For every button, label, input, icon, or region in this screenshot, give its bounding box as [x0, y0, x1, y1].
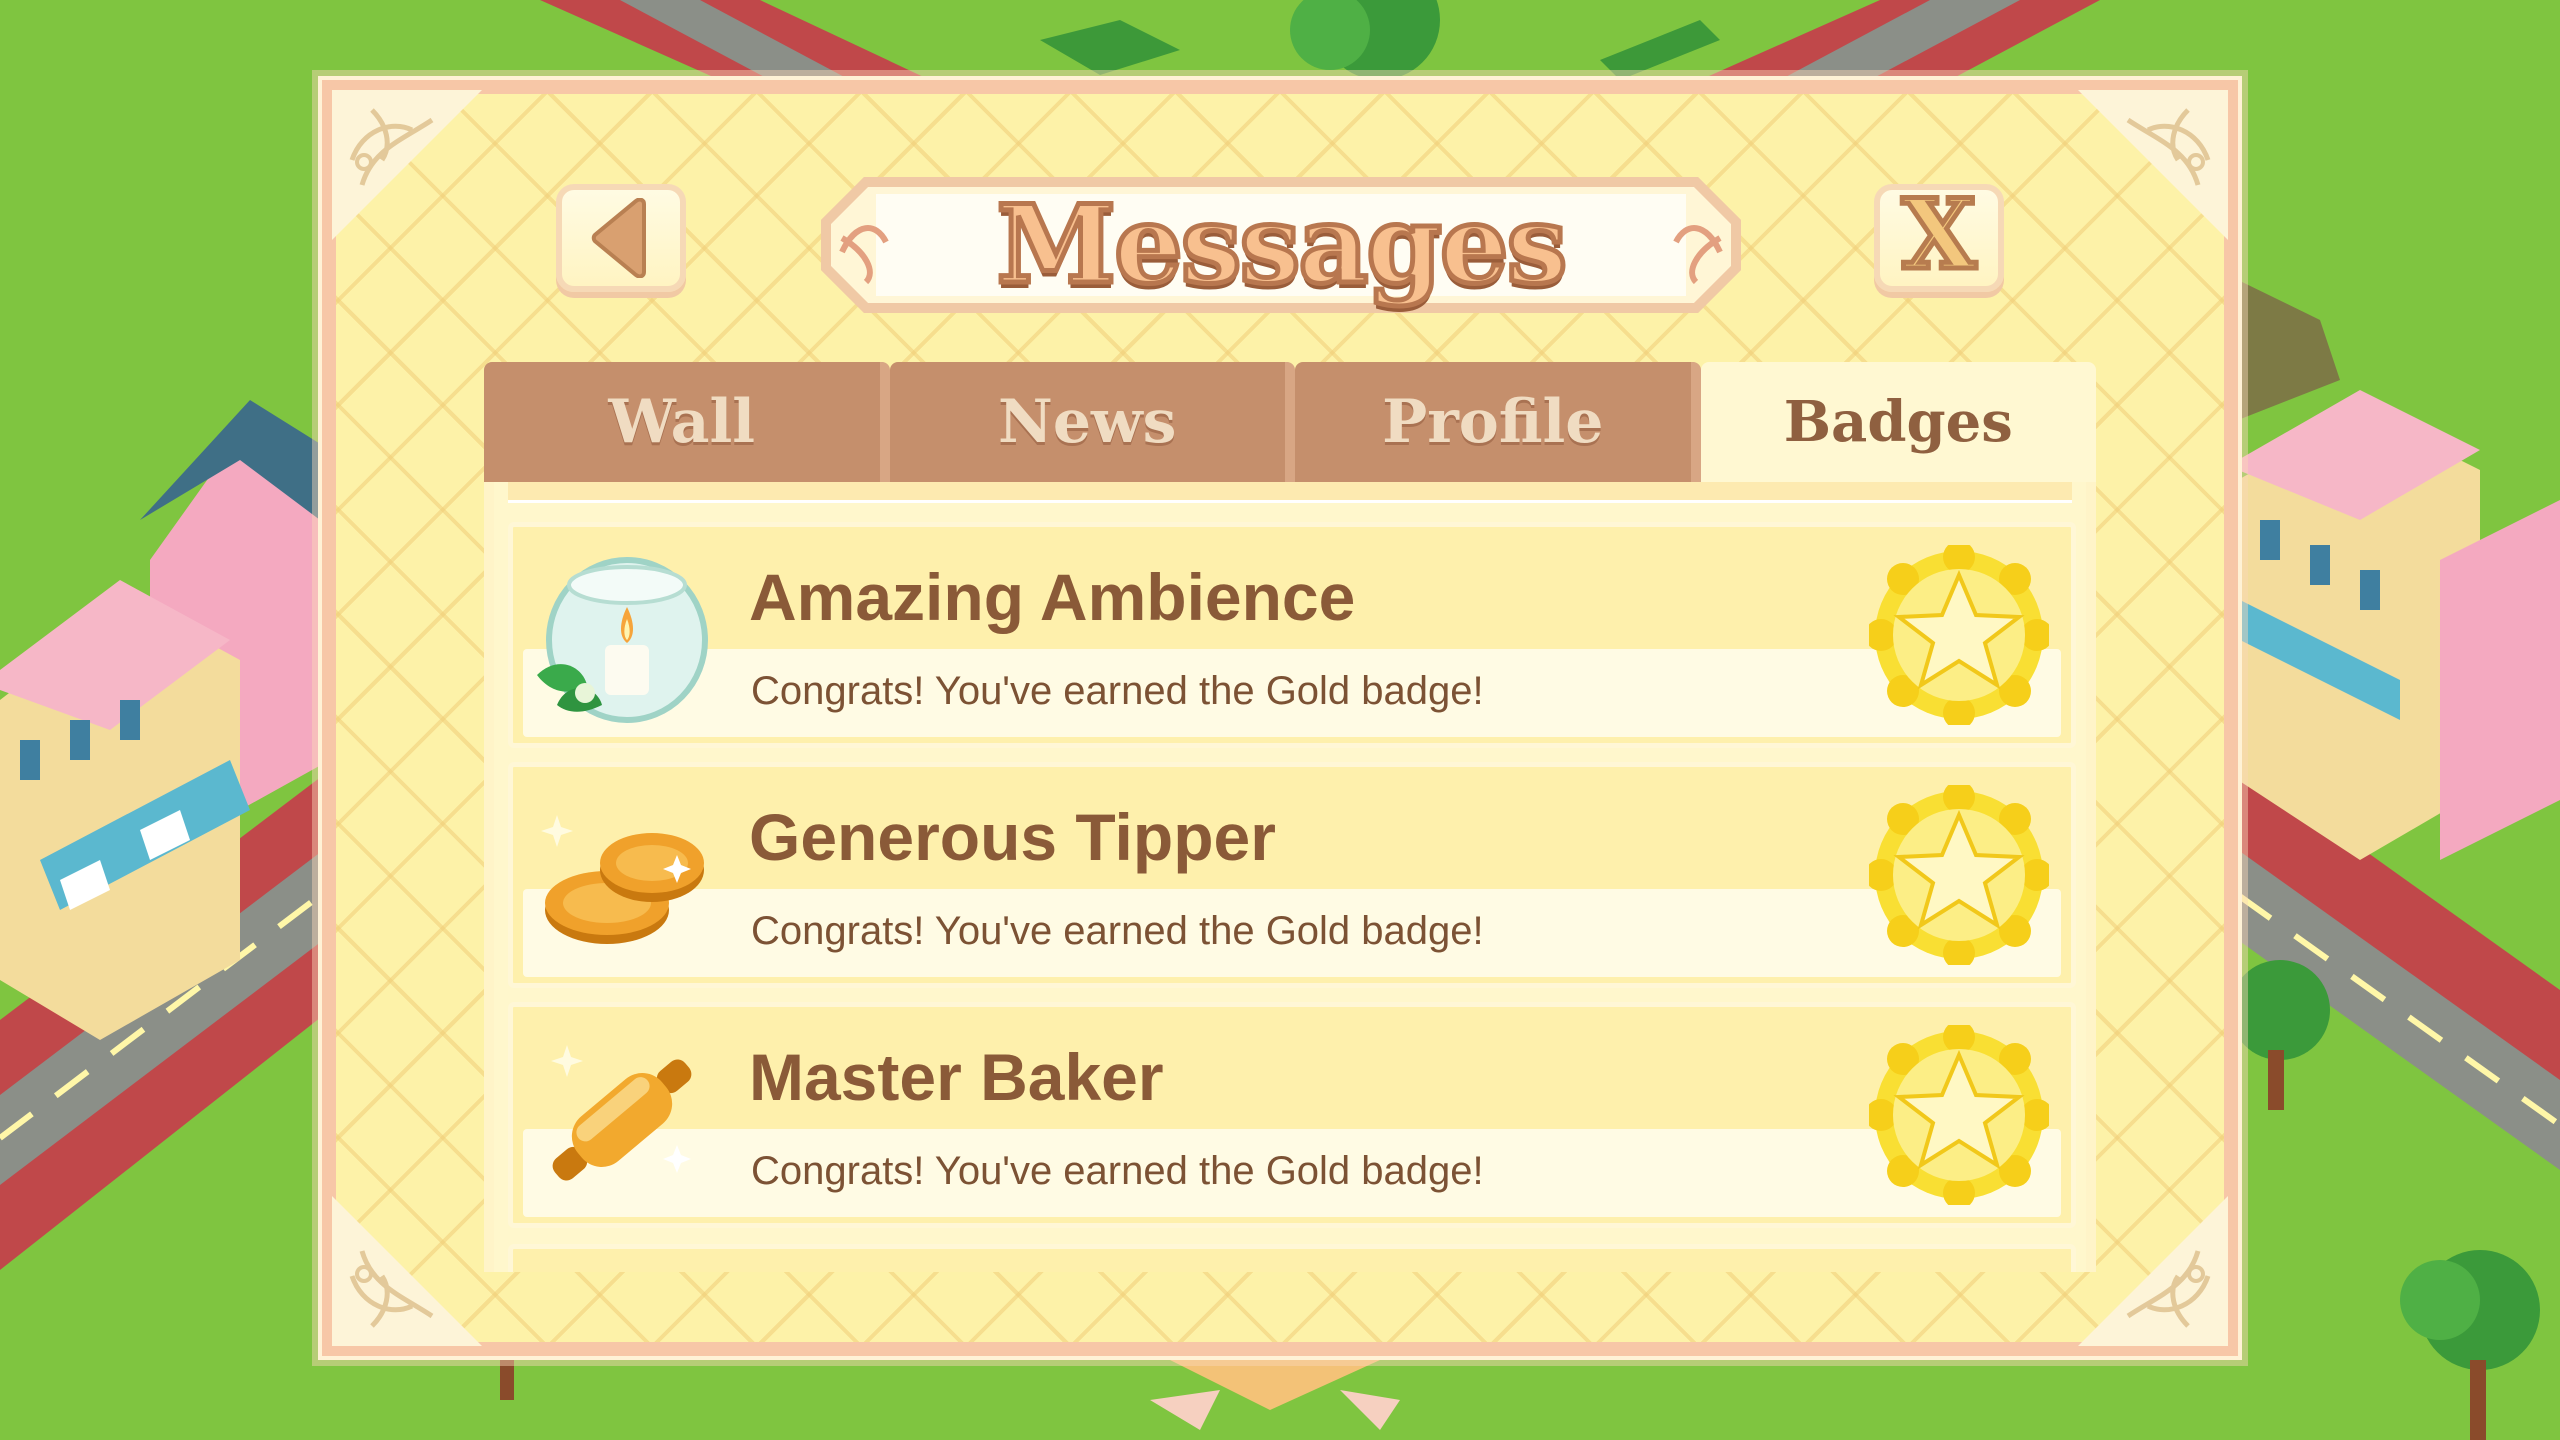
close-button[interactable]: X — [1874, 184, 2004, 292]
list-item-partial[interactable] — [508, 1244, 2076, 1272]
gold-star-icon — [1869, 545, 2049, 725]
badge-message: Congrats! You've earned the Gold badge! — [751, 669, 1484, 713]
badge-message: Congrats! You've earned the Gold badge! — [751, 1149, 1484, 1193]
tab-badges[interactable]: Badges — [1700, 362, 2096, 482]
badge-title: Master Baker — [749, 1040, 1164, 1114]
corner-ornament — [2078, 90, 2228, 240]
candle-bowl-icon — [537, 557, 708, 723]
list-item[interactable]: Generous Tipper Congrats! You've earned … — [508, 762, 2076, 988]
gold-star-icon — [1869, 1025, 2049, 1205]
close-icon: X — [1899, 178, 1979, 291]
list-item[interactable]: Amazing Ambience Congrats! You've earned… — [508, 522, 2076, 748]
gold-star-icon — [1869, 785, 2049, 965]
building-left-yellow — [0, 580, 250, 1040]
list-top-edge — [508, 482, 2072, 503]
back-button[interactable] — [556, 184, 686, 292]
badges-list[interactable]: Amazing Ambience Congrats! You've earned… — [484, 482, 2096, 1272]
tab-news[interactable]: News — [889, 362, 1295, 482]
tab-profile[interactable]: Profile — [1295, 362, 1701, 482]
tab-bar: Wall News Profile Badges — [484, 362, 2096, 482]
tab-wall[interactable]: Wall — [484, 362, 890, 482]
badge-title: Generous Tipper — [749, 800, 1276, 874]
badge-message: Congrats! You've earned the Gold badge! — [751, 909, 1484, 953]
corner-ornament — [2078, 1196, 2228, 1346]
list-item[interactable]: Master Baker Congrats! You've earned the… — [508, 1002, 2076, 1228]
badge-title: Amazing Ambience — [749, 560, 1356, 634]
triangle-left-icon — [591, 198, 646, 278]
title-plate: Messages — [806, 162, 1756, 328]
rolling-pin-icon — [551, 1045, 692, 1181]
page-title: Messages — [994, 180, 1570, 311]
messages-dialog: Messages X Wall News Profile Badges Amaz… — [318, 76, 2242, 1360]
gold-coins-icon — [541, 815, 704, 944]
corner-ornament — [332, 90, 482, 240]
corner-ornament — [332, 1196, 482, 1346]
